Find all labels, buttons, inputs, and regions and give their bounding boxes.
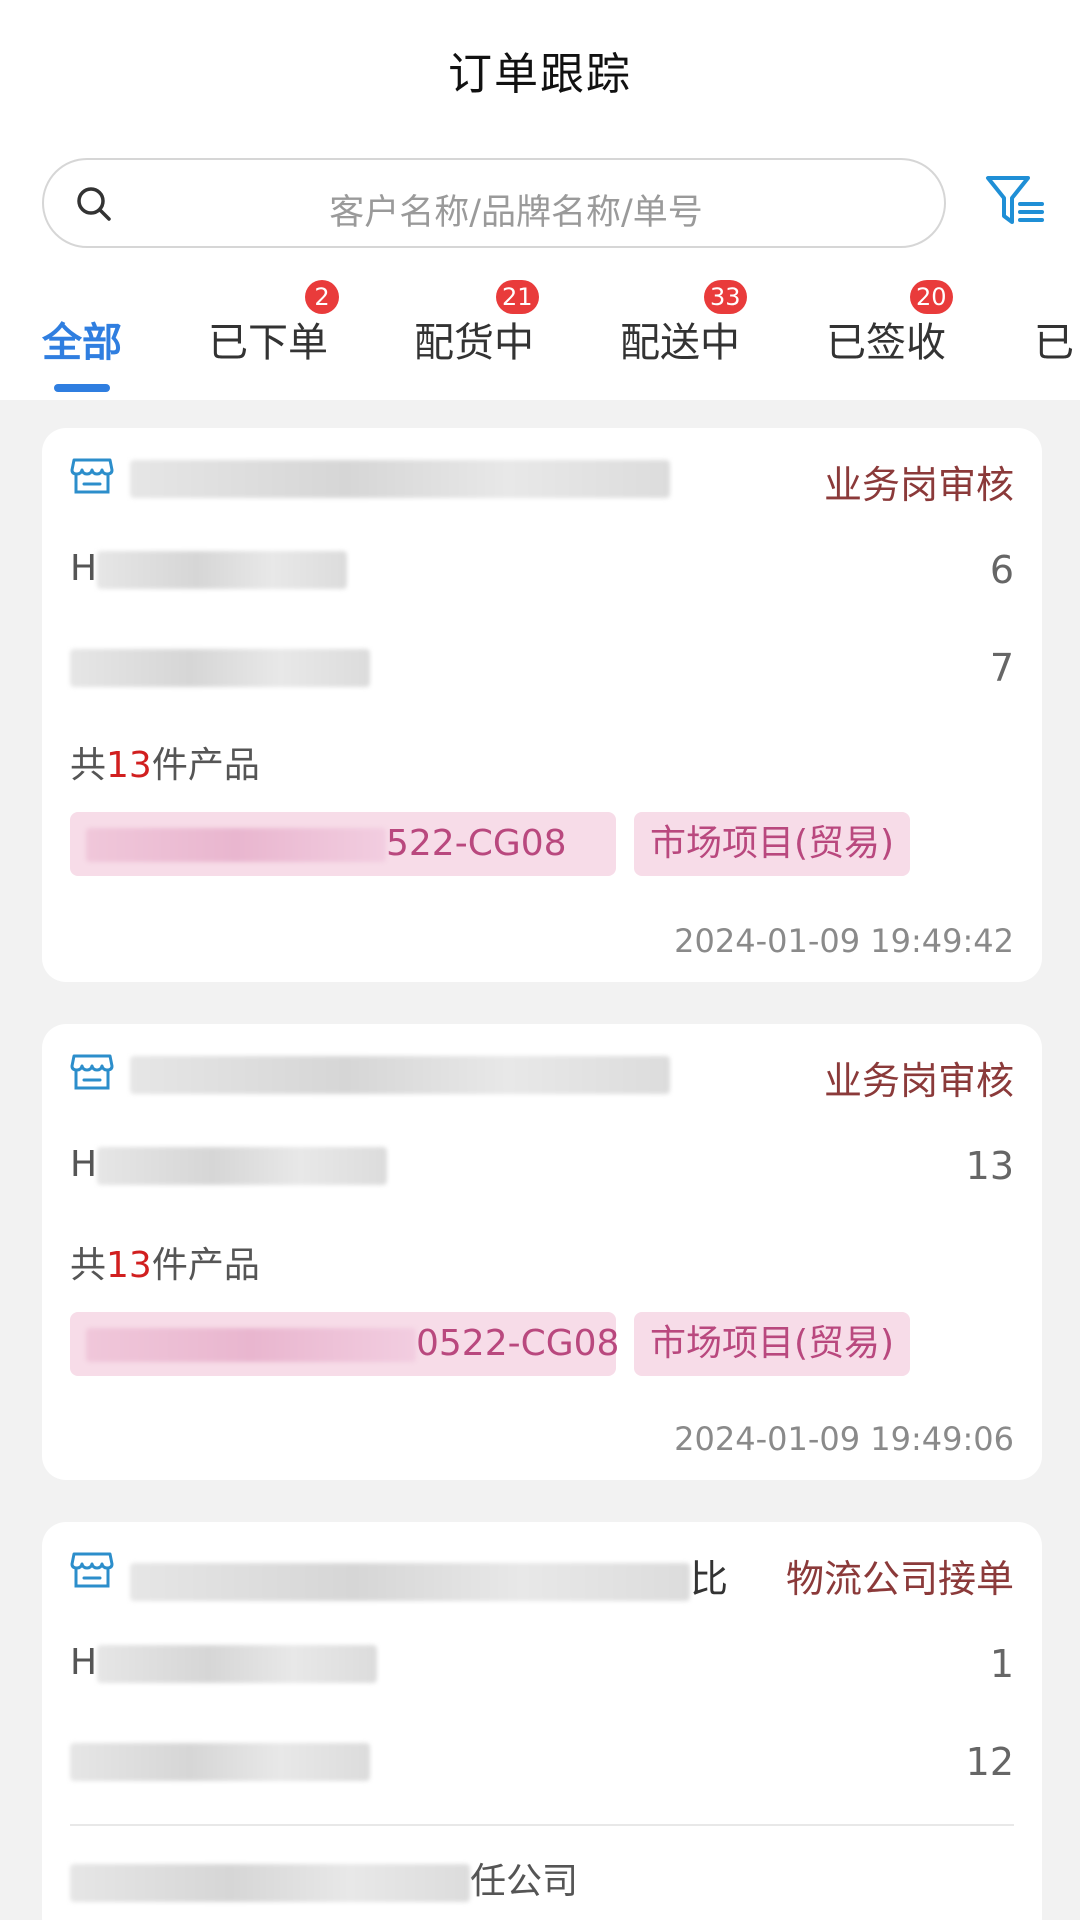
order-card[interactable]: 业务岗审核 H 13 共13件产品 0522-CG08 市场项目(贸易) 202… (42, 1024, 1042, 1480)
redacted-text (70, 1864, 470, 1902)
product-name: H (70, 1642, 378, 1683)
tab-allocating[interactable]: 配货中 (414, 310, 534, 368)
tab-label: 已签收 (826, 320, 946, 366)
order-card[interactable]: 业务岗审核 H 6 7 共13件产品 522-CG08 市场项目(贸易) 202… (42, 428, 1042, 982)
product-quantity: 1 (989, 1642, 1014, 1686)
tab-all[interactable]: 全部 (42, 310, 122, 368)
product-total: 共13件产品 (70, 1236, 260, 1288)
product-row: 12 (70, 1736, 1014, 1786)
store-name (130, 454, 670, 498)
project-tag: 市场项目(贸易) (634, 1312, 911, 1376)
store-name (130, 1050, 670, 1094)
product-name-visible: H (70, 1144, 98, 1185)
redacted-text (130, 1562, 690, 1601)
total-count: 13 (106, 745, 152, 786)
tab-delivering[interactable]: 配送中 (620, 310, 740, 368)
page-title: 订单跟踪 (448, 49, 632, 100)
tab-label: 配货中 (414, 320, 534, 366)
redacted-text (97, 551, 348, 589)
order-status: 业务岗审核 (823, 1059, 1014, 1103)
tab-badge: 21 (496, 280, 539, 314)
order-time: 2024-01-09 19:49:42 (674, 922, 1014, 960)
order-time: 2024-01-09 19:49:06 (674, 1420, 1014, 1458)
total-suffix: 件产品 (151, 745, 260, 786)
tab-badge: 33 (704, 280, 747, 314)
product-name: H (70, 1144, 388, 1185)
filter-icon[interactable] (984, 170, 1046, 232)
status-tabs: 全部 已下单 2 配货中 21 配送中 33 已签收 20 已 (0, 280, 1080, 400)
redacted-text (86, 828, 386, 862)
product-quantity: 6 (989, 548, 1014, 592)
redacted-text (70, 649, 370, 687)
redacted-text (97, 1645, 378, 1683)
total-suffix: 件产品 (151, 1245, 260, 1286)
total-count: 13 (106, 1245, 152, 1286)
product-row: H 13 (70, 1140, 1014, 1190)
product-row: H 1 (70, 1638, 1014, 1688)
store-icon (70, 1054, 114, 1090)
redacted-text (130, 459, 670, 498)
product-quantity: 12 (965, 1740, 1014, 1784)
order-code-visible: 0522-CG08 (416, 1323, 620, 1364)
total-prefix: 共 (70, 745, 107, 786)
active-tab-underline (54, 384, 110, 392)
product-name-visible: H (70, 1642, 98, 1683)
tab-badge: 2 (305, 280, 339, 314)
tab-more[interactable]: 已 (1034, 310, 1074, 368)
redacted-text (70, 1743, 370, 1781)
search-placeholder: 客户名称/品牌名称/单号 (329, 193, 703, 233)
tab-signed[interactable]: 已签收 (826, 310, 946, 368)
order-code-tag: 0522-CG08 (70, 1312, 620, 1376)
store-name: 比 (130, 1548, 728, 1603)
product-name (70, 1740, 370, 1781)
product-row: H 6 (70, 544, 1014, 594)
tab-ordered[interactable]: 已下单 (208, 310, 328, 368)
project-tag: 市场项目(贸易) (634, 812, 911, 876)
product-quantity: 13 (965, 1144, 1014, 1188)
tab-label: 已下单 (208, 320, 328, 366)
redacted-text (97, 1147, 388, 1185)
redacted-text (86, 1328, 416, 1362)
store-icon (70, 1552, 114, 1588)
tab-label: 全部 (42, 320, 122, 366)
divider (70, 1824, 1014, 1826)
product-name: H (70, 548, 348, 589)
product-name-visible: H (70, 548, 98, 589)
order-code-visible: 522-CG08 (386, 823, 567, 864)
logistics-company: 任公司 (70, 1852, 578, 1904)
search-input[interactable]: 客户名称/品牌名称/单号 (42, 158, 946, 248)
store-icon (70, 458, 114, 494)
total-prefix: 共 (70, 1245, 107, 1286)
product-row: 7 (70, 642, 1014, 692)
redacted-text (130, 1055, 670, 1094)
order-card[interactable]: 比 物流公司接单 H 1 12 任公司 (42, 1522, 1042, 1920)
product-total: 共13件产品 (70, 736, 260, 788)
tab-badge: 20 (910, 280, 953, 314)
order-status: 物流公司接单 (785, 1557, 1014, 1601)
company-visible: 任公司 (470, 1861, 579, 1902)
order-code-tag: 522-CG08 (70, 812, 616, 876)
product-quantity: 7 (989, 646, 1014, 690)
store-name-visible: 比 (690, 1557, 729, 1601)
top-bar: 订单跟踪 客户名称/品牌名称/单号 全部 已下单 2 配货中 21 配送中 33… (0, 0, 1080, 400)
tab-label: 配送中 (620, 320, 740, 366)
order-status: 业务岗审核 (823, 463, 1014, 507)
product-name (70, 646, 370, 687)
tab-label: 已 (1034, 320, 1074, 366)
